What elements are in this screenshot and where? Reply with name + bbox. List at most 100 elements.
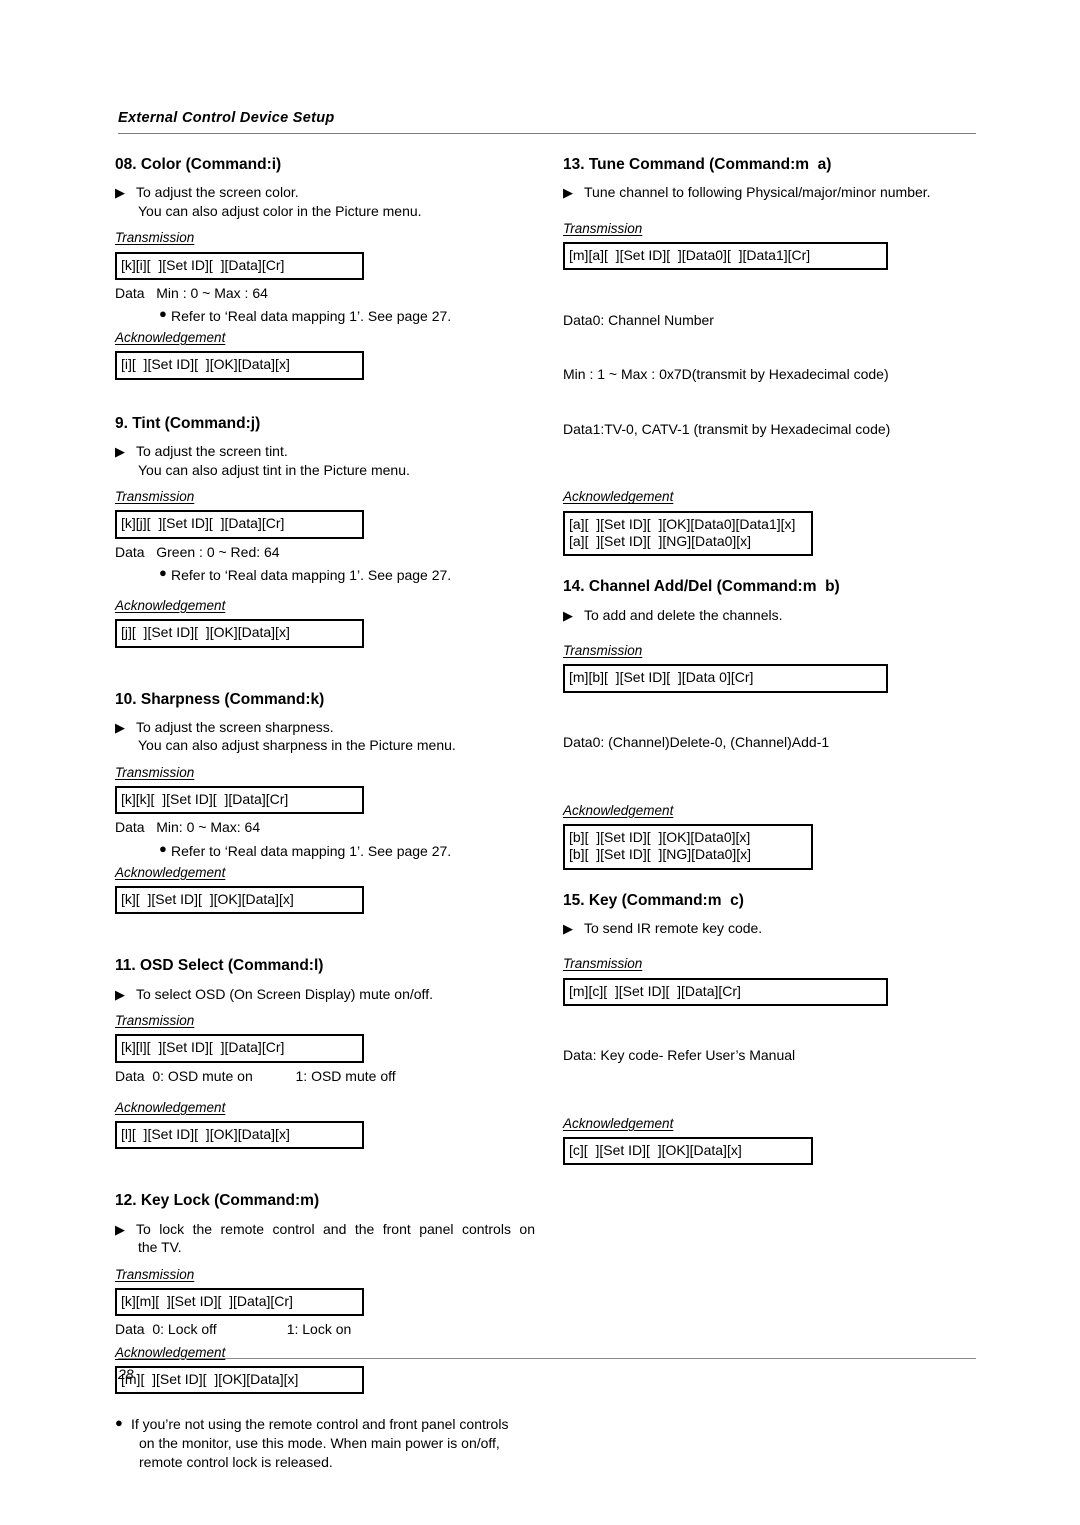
acknowledgement-label: Acknowledgement xyxy=(563,1115,674,1131)
transmission-label: Transmission xyxy=(115,230,195,246)
description-line-1: Tune channel to following Physical/major… xyxy=(584,184,931,201)
dot-bullet-icon: ● xyxy=(159,840,167,856)
section-15-key: 15. Key (Command:m c) ▶ To send IR remot… xyxy=(563,891,978,1166)
document-page: External Control Device Setup 08. Color … xyxy=(0,0,1080,1525)
acknowledgement-code-line-2: [b][ ][Set ID][ ][NG][Data0][x] xyxy=(569,846,752,863)
section-title: 10. Sharpness (Command:k) xyxy=(115,690,325,708)
transmission-label: Transmission xyxy=(115,1266,195,1282)
acknowledgement-code-line-2: [a][ ][Set ID][ ][NG][Data0][x] xyxy=(569,533,752,549)
section-description: ▶ To add and delete the channels. xyxy=(563,606,978,624)
transmission-codebox: [k][j][ ][Set ID][ ][Data][Cr] xyxy=(115,510,364,539)
acknowledgement-label: Acknowledgement xyxy=(563,802,674,818)
description-line-1: To adjust the screen tint. xyxy=(136,443,288,460)
section-12-key-lock: 12. Key Lock (Command:m) ▶ To lock the r… xyxy=(115,1191,535,1472)
data-description-note: Data: Key code- Refer User’s Manual xyxy=(563,1010,978,1101)
inner-spacer xyxy=(563,479,978,488)
transmission-code: [k][m][ ][Set ID][ ][Data][Cr] xyxy=(121,1292,293,1309)
triangle-bullet-icon: ▶ xyxy=(115,185,125,201)
section-13-tune-command: 13. Tune Command (Command:m a) ▶ Tune ch… xyxy=(563,155,978,557)
description-line-1: To send IR remote key code. xyxy=(584,919,763,936)
triangle-bullet-icon: ▶ xyxy=(115,1221,125,1237)
section-title: 15. Key (Command:m c) xyxy=(563,891,744,909)
header-divider xyxy=(118,133,976,135)
acknowledgement-codebox: [k][ ][Set ID][ ][OK][Data][x] xyxy=(115,885,364,915)
page-header: External Control Device Setup xyxy=(118,110,976,135)
acknowledgement-label: Acknowledgement xyxy=(115,330,226,346)
section-description: ▶ To send IR remote key code. xyxy=(563,919,978,937)
triangle-bullet-icon: ▶ xyxy=(115,444,125,460)
key-lock-footnote: ● If you’re not using the remote control… xyxy=(115,1415,535,1472)
acknowledgement-codebox: [j][ ][Set ID][ ][OK][Data][x] xyxy=(115,619,364,648)
data-description-note: Data0: (Channel)Delete-0, (Channel)Add-1 xyxy=(563,697,978,788)
description-line-1: To lock the remote control and the front… xyxy=(136,1220,535,1237)
transmission-code: [k][j][ ][Set ID][ ][Data][Cr] xyxy=(121,515,285,532)
data-note-line-3: Data1:TV-0, CATV-1 (transmit by Hexadeci… xyxy=(563,420,891,437)
inner-spacer xyxy=(563,211,978,220)
section-14-channel-add-del: 14. Channel Add/Del (Command:m b) ▶ To a… xyxy=(563,577,978,870)
acknowledgement-codebox: [b][ ][Set ID][ ][OK][Data0][x] [b][ ][S… xyxy=(563,823,813,870)
transmission-label: Transmission xyxy=(563,956,643,972)
inner-spacer xyxy=(115,1398,535,1415)
data-note-line-2: Min : 1 ~ Max : 0x7D(transmit by Hexadec… xyxy=(563,366,889,383)
acknowledgement-codebox: [a][ ][Set ID][ ][OK][Data0][Data1][x] [… xyxy=(563,510,813,557)
section-description: ▶ To select OSD (On Screen Display) mute… xyxy=(115,985,535,1003)
transmission-code: [k][l][ ][Set ID][ ][Data][Cr] xyxy=(121,1039,285,1056)
data-description-note: Data0: Channel Number Min : 1 ~ Max : 0x… xyxy=(563,274,978,474)
data-range-note: Data Green : 0 ~ Red: 64 xyxy=(115,543,280,560)
transmission-codebox: [k][k][ ][Set ID][ ][Data][Cr] xyxy=(115,786,364,815)
footnote-line-2: on the monitor, use this mode. When main… xyxy=(139,1435,500,1452)
transmission-label: Transmission xyxy=(563,220,643,236)
description-line-1: To select OSD (On Screen Display) mute o… xyxy=(136,985,433,1002)
inner-spacer xyxy=(563,946,978,955)
transmission-code: [m][b][ ][Set ID][ ][Data 0][Cr] xyxy=(569,669,754,686)
section-description: ▶ To adjust the screen sharpness. You ca… xyxy=(115,718,535,755)
triangle-bullet-icon: ▶ xyxy=(115,719,125,735)
triangle-bullet-icon: ▶ xyxy=(563,607,573,623)
dot-bullet-icon: ● xyxy=(159,564,167,580)
transmission-code: [k][k][ ][Set ID][ ][Data][Cr] xyxy=(121,791,289,808)
data-note-line-1: Data0: Channel Number xyxy=(563,311,714,328)
transmission-codebox: [m][a][ ][Set ID][ ][Data0][ ][Data1][Cr… xyxy=(563,242,888,271)
reference-note: ● Refer to ‘Real data mapping 1’. See pa… xyxy=(115,564,535,584)
dot-bullet-icon: ● xyxy=(159,306,167,322)
inner-spacer xyxy=(563,1106,978,1115)
data-note-line-1: Data: Key code- Refer User’s Manual xyxy=(563,1047,796,1064)
right-column: 13. Tune Command (Command:m a) ▶ Tune ch… xyxy=(563,155,978,1169)
transmission-label: Transmission xyxy=(115,1013,195,1029)
transmission-codebox: [m][b][ ][Set ID][ ][Data 0][Cr] xyxy=(563,664,888,693)
acknowledgement-code: [k][ ][Set ID][ ][OK][Data][x] xyxy=(121,890,294,907)
transmission-label: Transmission xyxy=(115,764,195,780)
description-line-2: the TV. xyxy=(138,1239,182,1256)
transmission-codebox: [k][m][ ][Set ID][ ][Data][Cr] xyxy=(115,1287,364,1317)
acknowledgement-code-line-1: [b][ ][Set ID][ ][OK][Data0][x] xyxy=(569,828,751,845)
reference-note-text: Refer to ‘Real data mapping 1’. See page… xyxy=(171,842,452,859)
transmission-codebox: [k][l][ ][Set ID][ ][Data][Cr] xyxy=(115,1034,364,1063)
description-line-1: To add and delete the channels. xyxy=(584,606,783,623)
acknowledgement-label: Acknowledgement xyxy=(563,489,674,505)
acknowledgement-codebox: [i][ ][Set ID][ ][OK][Data][x] xyxy=(115,351,364,380)
acknowledgement-label: Acknowledgement xyxy=(115,598,226,614)
data-range-note: Data Min: 0 ~ Max: 64 xyxy=(115,819,261,836)
acknowledgement-codebox: [c][ ][Set ID][ ][OK][Data][x] xyxy=(563,1137,813,1166)
left-column: 08. Color (Command:i) ▶ To adjust the sc… xyxy=(115,155,535,1472)
reference-note: ● Refer to ‘Real data mapping 1’. See pa… xyxy=(115,840,535,860)
section-description: ▶ To adjust the screen tint. You can als… xyxy=(115,442,535,479)
acknowledgement-code: [l][ ][Set ID][ ][OK][Data][x] xyxy=(121,1126,290,1143)
acknowledgement-label: Acknowledgement xyxy=(115,1099,226,1115)
transmission-codebox: [m][c][ ][Set ID][ ][Data][Cr] xyxy=(563,977,888,1006)
triangle-bullet-icon: ▶ xyxy=(115,986,125,1002)
description-line-2: You can also adjust color in the Picture… xyxy=(138,202,422,219)
acknowledgement-code: [j][ ][Set ID][ ][OK][Data][x] xyxy=(121,624,290,641)
transmission-codebox: [k][i][ ][Set ID][ ][Data][Cr] xyxy=(115,251,364,280)
section-11-osd-select: 11. OSD Select (Command:l) ▶ To select O… xyxy=(115,956,535,1150)
reference-note-text: Refer to ‘Real data mapping 1’. See page… xyxy=(171,566,452,583)
page-number: 28 xyxy=(118,1366,134,1382)
data-values-note: Data 0: OSD mute on 1: OSD mute off xyxy=(115,1067,396,1084)
section-description: ▶ Tune channel to following Physical/maj… xyxy=(563,183,978,201)
data-note-line-1: Data0: (Channel)Delete-0, (Channel)Add-1 xyxy=(563,734,830,751)
